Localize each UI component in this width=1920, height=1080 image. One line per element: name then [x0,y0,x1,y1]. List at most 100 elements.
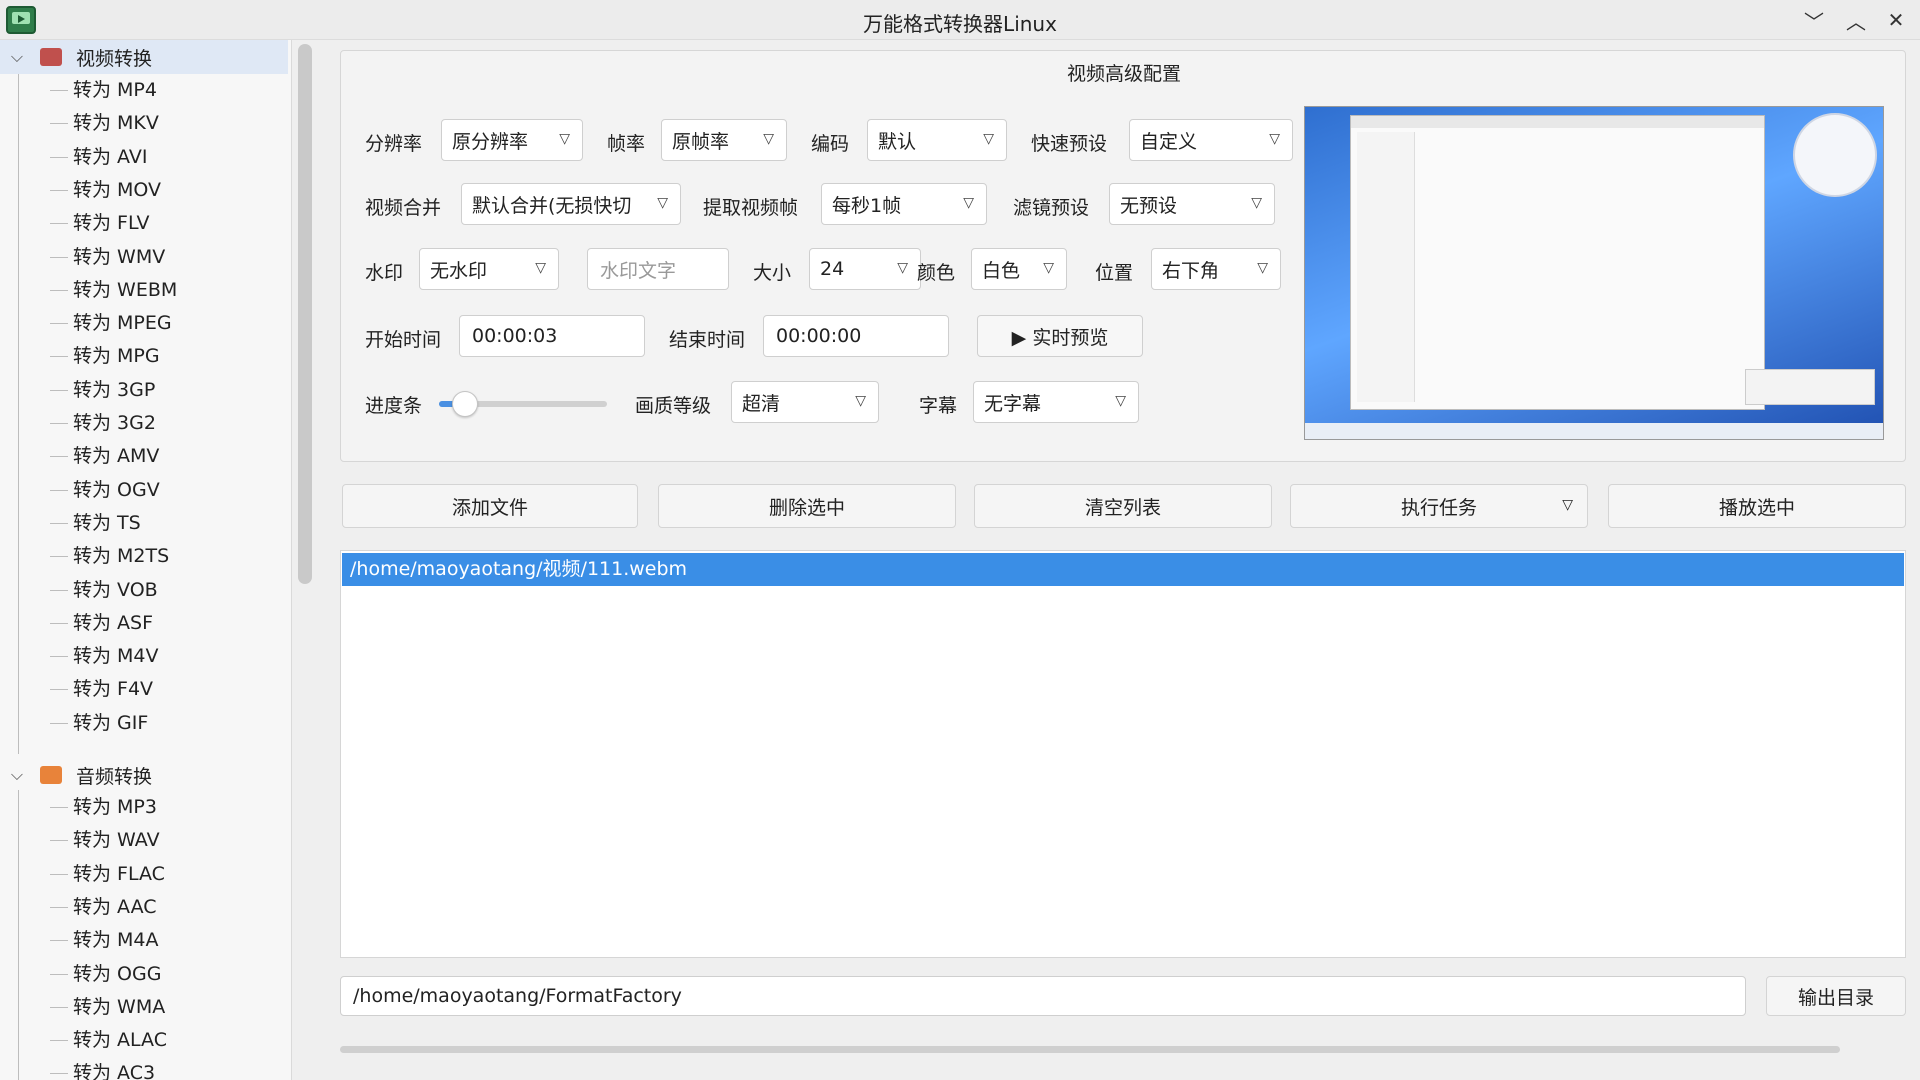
add-file-button[interactable]: 添加文件 [342,484,638,528]
minimize-button[interactable]: ﹀ [1800,6,1828,34]
close-button[interactable]: ✕ [1882,6,1910,34]
chevron-down-icon: ▽ [897,260,908,276]
codec-select[interactable]: 默认 ▽ [867,119,1007,161]
size-select[interactable]: 24 ▽ [809,248,921,290]
title-bar: 万能格式转换器Linux ﹀ ︿ ✕ [0,0,1920,40]
play-selected-button[interactable]: 播放选中 [1608,484,1906,528]
watermark-text-input[interactable]: 水印文字 [587,248,729,290]
sidebar-item-format[interactable]: 转为 AVI [73,142,147,172]
tree-branch-line [50,1073,68,1075]
tree-branch-line [50,223,68,225]
subtitle-select[interactable]: 无字幕 ▽ [973,381,1139,423]
tree-branch-line [50,873,68,875]
tree-group-label: 视频转换 [76,47,153,70]
sidebar-item-format[interactable]: 转为 MPEG [73,308,172,338]
chevron-down-icon[interactable]: ⌵ [8,48,26,66]
config-title: 视频高级配置 [1066,63,1181,85]
sidebar-item-format[interactable]: 转为 WMA [73,992,165,1022]
size-value: 24 [820,258,845,280]
color-select[interactable]: 白色 ▽ [971,248,1067,290]
tree-branch-line [50,807,68,808]
framerate-label: 帧率 [607,133,646,155]
tree-branch-line [50,189,68,191]
tree-line [18,790,19,1080]
end-time-input[interactable]: 00:00:00 [763,315,949,357]
tree-branch-line [50,1040,68,1042]
sidebar-item-format[interactable]: 转为 TS [73,508,141,538]
sidebar-item-format[interactable]: 转为 FLAC [73,859,165,889]
tree-branch-line [50,489,68,491]
maximize-button[interactable]: ︿ [1842,6,1870,34]
sidebar-item-format[interactable]: 转为 M4V [73,641,159,671]
output-dir-button[interactable]: 输出目录 [1766,976,1906,1016]
tree-branch-line [50,973,68,975]
horizontal-scrollbar[interactable] [340,1046,1840,1053]
sidebar-item-format[interactable]: 转为 MP4 [73,75,157,105]
file-list[interactable]: /home/maoyaotang/视频/111.webm [340,550,1906,958]
sidebar-item-format[interactable]: 转为 M2TS [73,541,169,571]
output-dir-input[interactable]: /home/maoyaotang/FormatFactory [340,976,1746,1016]
sidebar-item-format[interactable]: 转为 F4V [73,674,153,704]
run-task-label: 执行任务 [1400,496,1477,519]
sidebar-item-format[interactable]: 转为 AC3 [73,1058,155,1080]
tree-branch-line [50,356,68,358]
chevron-down-icon: ▽ [1562,497,1573,513]
clear-list-button[interactable]: 清空列表 [974,484,1272,528]
filter-label: 滤镜预设 [1013,197,1090,219]
sidebar-item-format[interactable]: 转为 AAC [73,892,157,922]
extract-select[interactable]: 每秒1帧 ▽ [821,183,987,225]
video-preview-thumbnail [1304,106,1884,440]
tree-branch-line [50,589,68,591]
sidebar-item-format[interactable]: 转为 MKV [73,108,159,138]
preview-window-image [1350,115,1765,410]
sidebar-item-format[interactable]: 转为 WAV [73,825,160,855]
resolution-select[interactable]: 原分辨率 ▽ [441,119,583,161]
sidebar-item-format[interactable]: 转为 VOB [73,575,158,605]
preset-select[interactable]: 自定义 ▽ [1129,119,1293,161]
sidebar-item-format[interactable]: 转为 3GP [73,375,155,405]
extract-value: 每秒1帧 [832,194,902,217]
framerate-value: 原帧率 [672,130,730,153]
position-select[interactable]: 右下角 ▽ [1151,248,1281,290]
start-time-input[interactable]: 00:00:03 [459,315,645,357]
filter-select[interactable]: 无预设 ▽ [1109,183,1275,225]
live-preview-button[interactable]: ▶ 实时预览 [977,315,1143,357]
chevron-down-icon: ▽ [1269,131,1280,147]
sidebar-item-format[interactable]: 转为 3G2 [73,408,156,438]
sidebar-item-format[interactable]: 转为 M4A [73,925,159,955]
sidebar-item-format[interactable]: 转为 ALAC [73,1025,167,1055]
video-folder-icon [40,48,62,66]
window-title: 万能格式转换器Linux [863,12,1057,36]
chevron-down-icon: ▽ [1115,393,1126,409]
file-list-item[interactable]: /home/maoyaotang/视频/111.webm [342,553,1904,586]
sidebar-item-format[interactable]: 转为 MPG [73,341,160,371]
color-value: 白色 [982,259,1021,282]
tree-group-audio[interactable]: ⌵ 音频转换 [0,758,288,792]
tree-branch-line [50,622,68,624]
tree-branch-line [50,289,68,291]
sidebar-item-format[interactable]: 转为 OGG [73,959,161,989]
sidebar-item-format[interactable]: 转为 WEBM [73,275,177,305]
sidebar-item-format[interactable]: 转为 MOV [73,175,161,205]
sidebar-item-format[interactable]: 转为 WMV [73,242,165,272]
quality-select[interactable]: 超清 ▽ [731,381,879,423]
sidebar-item-format[interactable]: 转为 MP3 [73,792,157,822]
sidebar-item-format[interactable]: 转为 AMV [73,441,159,471]
chevron-down-icon: ▽ [983,131,994,147]
sidebar-scrollbar[interactable] [298,44,312,584]
progress-slider-handle[interactable] [451,391,478,417]
chevron-down-icon: ▽ [1257,260,1268,276]
sidebar-item-format[interactable]: 转为 ASF [73,608,153,638]
sidebar-item-format[interactable]: 转为 GIF [73,708,148,738]
framerate-select[interactable]: 原帧率 ▽ [661,119,787,161]
delete-selected-button[interactable]: 删除选中 [658,484,956,528]
tree-group-label: 音频转换 [76,765,153,788]
run-task-button[interactable]: 执行任务 ▽ [1290,484,1588,528]
tree-group-video[interactable]: ⌵ 视频转换 [0,40,288,74]
chevron-down-icon: ▽ [1251,195,1262,211]
watermark-select[interactable]: 无水印 ▽ [419,248,559,290]
sidebar-item-format[interactable]: 转为 FLV [73,208,149,238]
sidebar-item-format[interactable]: 转为 OGV [73,475,160,505]
chevron-down-icon[interactable]: ⌵ [8,766,26,784]
merge-select[interactable]: 默认合并(无损快切 ▽ [461,183,681,225]
